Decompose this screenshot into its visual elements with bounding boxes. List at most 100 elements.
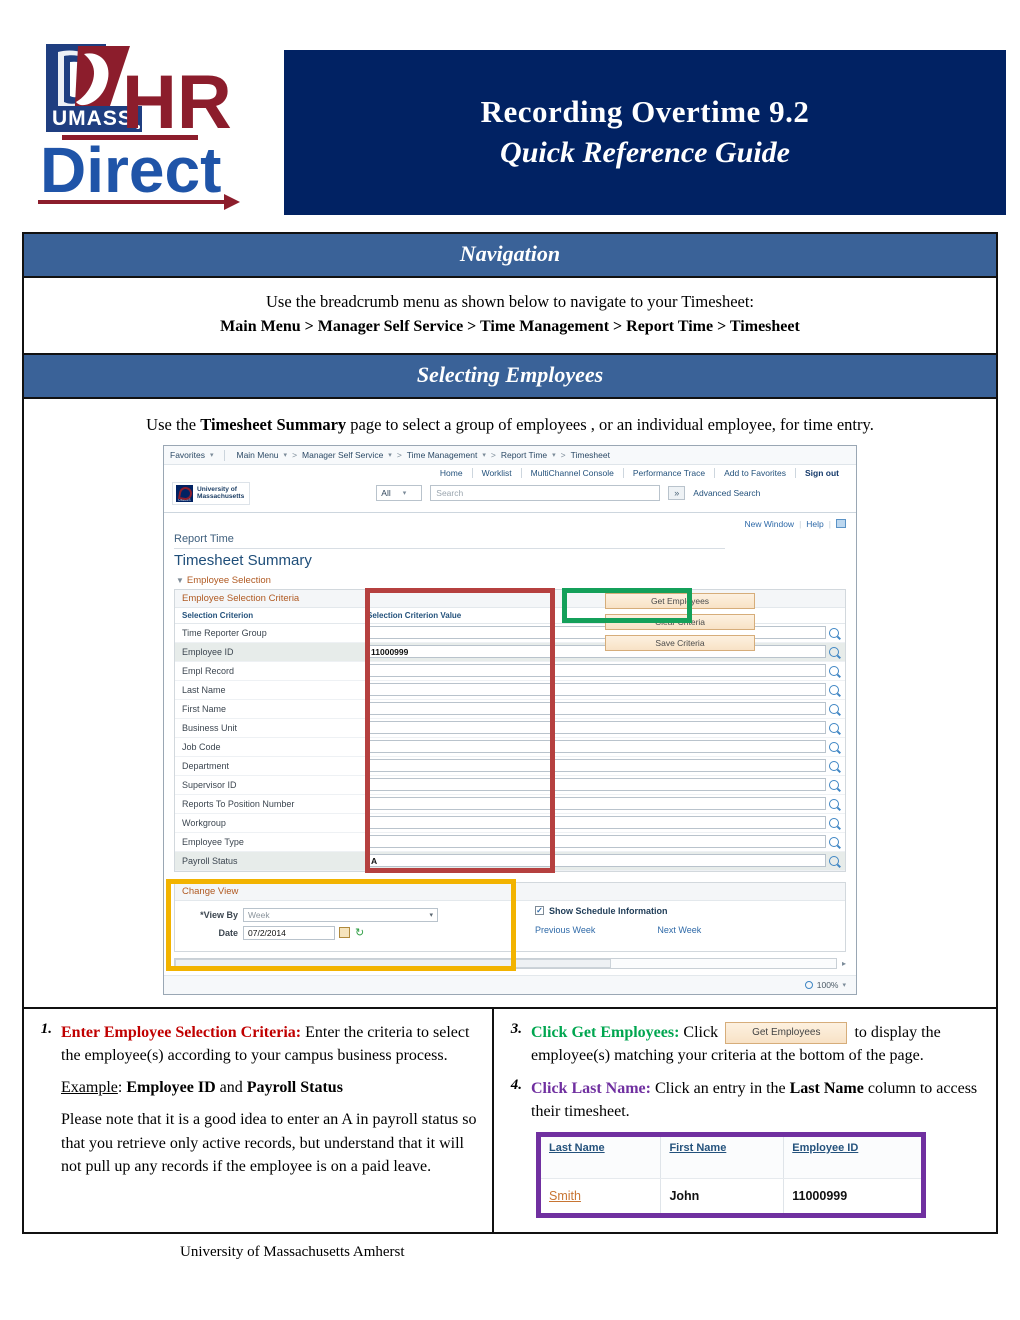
criteria-value-input[interactable]: [367, 740, 826, 754]
criteria-value-input[interactable]: [367, 759, 826, 773]
toolbar-link-add-to-favorites[interactable]: Add to Favorites: [715, 467, 796, 478]
criteria-value-input[interactable]: [367, 778, 826, 792]
toolbar-link-multichannel-console[interactable]: MultiChannel Console: [522, 467, 624, 478]
lookup-magnifier-icon[interactable]: [829, 760, 839, 771]
toolbar-link-home[interactable]: Home: [431, 467, 473, 478]
calendar-icon[interactable]: [339, 927, 350, 939]
criteria-value-input[interactable]: A: [367, 854, 826, 868]
criteria-value-cell: [360, 700, 845, 717]
criteria-value-input[interactable]: [367, 835, 826, 849]
crumb-manager-self-service[interactable]: Manager Self Service: [302, 450, 383, 460]
criteria-value-input[interactable]: [367, 797, 826, 811]
criteria-value-input[interactable]: 11000999: [367, 645, 826, 659]
search-scope-value: All: [381, 488, 391, 499]
step-4-number: 4.: [510, 1076, 522, 1093]
lookup-magnifier-icon[interactable]: [829, 684, 839, 695]
search-scope-select[interactable]: All ▾: [376, 485, 423, 502]
step-1: 1. Enter Employee Selection Criteria: En…: [36, 1021, 478, 1067]
table-header-row: Last Name First Name Employee ID: [541, 1136, 921, 1179]
next-week-link[interactable]: Next Week: [657, 925, 701, 935]
step-4-body-bold: Last Name: [789, 1079, 864, 1097]
refresh-icon[interactable]: ↻: [355, 926, 364, 939]
criteria-value-input[interactable]: [367, 626, 826, 640]
criteria-value-input[interactable]: [367, 816, 826, 830]
criteria-label: Business Unit: [182, 722, 238, 733]
criteria-label: Workgroup: [182, 817, 226, 828]
employee-selection-collapsible-header[interactable]: ▼ Employee Selection: [164, 569, 856, 589]
criteria-value-cell: [360, 738, 845, 755]
last-name-link[interactable]: Smith: [549, 1189, 581, 1203]
crumb-report-time[interactable]: Report Time: [501, 450, 547, 460]
personalize-page-icon[interactable]: [836, 519, 846, 529]
search-go-button[interactable]: »: [668, 486, 686, 501]
toolbar-link-performance-trace[interactable]: Performance Trace: [624, 467, 716, 478]
column-header-last-name[interactable]: Last Name: [541, 1136, 662, 1179]
show-schedule-checkbox-row[interactable]: ✓ Show Schedule Information: [535, 906, 845, 916]
scrollbar-track[interactable]: [174, 957, 837, 969]
lookup-magnifier-icon[interactable]: [829, 779, 839, 790]
lookup-magnifier-icon[interactable]: [829, 646, 839, 657]
lookup-magnifier-icon[interactable]: [829, 665, 839, 676]
brand-line-1: University of: [197, 485, 237, 493]
criteria-value-input[interactable]: [367, 664, 826, 678]
column-header-employee-id[interactable]: Employee ID: [783, 1136, 921, 1179]
previous-week-link[interactable]: Previous Week: [535, 925, 595, 935]
lookup-magnifier-icon[interactable]: [829, 703, 839, 714]
horizontal-scrollbar[interactable]: ▸: [174, 957, 846, 969]
criteria-action-buttons: Get Employees Clear Criteria Save Criter…: [605, 592, 755, 656]
criteria-row: Supervisor ID: [175, 776, 845, 795]
crumb-timesheet[interactable]: Timesheet: [571, 450, 610, 460]
document-title-line-1: Recording Overtime 9.2: [480, 94, 810, 130]
scroll-right-arrow-icon[interactable]: ▸: [837, 959, 846, 968]
lookup-magnifier-icon[interactable]: [829, 836, 839, 847]
lookup-magnifier-icon[interactable]: [829, 798, 839, 809]
table-row: Smith John 11000999: [541, 1178, 921, 1213]
criteria-value-input[interactable]: [367, 683, 826, 697]
browser-zoom-status: 100% ▾: [164, 974, 856, 994]
save-criteria-button[interactable]: Save Criteria: [605, 634, 755, 651]
criteria-row: Empl Record: [175, 662, 845, 681]
get-employees-button-inline[interactable]: Get Employees: [725, 1021, 848, 1045]
criteria-label: Reports To Position Number: [182, 798, 295, 809]
new-window-link[interactable]: New Window: [744, 519, 794, 529]
lookup-magnifier-icon[interactable]: [829, 741, 839, 752]
advanced-search-link[interactable]: Advanced Search: [693, 488, 760, 498]
view-by-select[interactable]: Week ▾: [243, 907, 438, 922]
crumb-main-menu[interactable]: Main Menu: [236, 450, 278, 460]
umass-seal-icon: [176, 484, 193, 502]
scrollbar-thumb[interactable]: [175, 958, 612, 968]
lookup-magnifier-icon[interactable]: [829, 855, 839, 866]
lookup-magnifier-icon[interactable]: [829, 627, 839, 638]
peoplesoft-screenshot-holder: Favorites ▾ Main Menu ▾ > Manager Self Ser…: [24, 444, 996, 1007]
quick-reference-guide-page: UMASS HR Direct Recording Overtime 9.2 Q…: [0, 0, 1020, 1320]
svg-text:Direct: Direct: [40, 134, 221, 206]
checkbox-checked-icon: ✓: [535, 906, 544, 916]
criteria-label: Employee ID: [182, 646, 234, 657]
lookup-magnifier-icon[interactable]: [829, 817, 839, 828]
chevron-down-icon[interactable]: ▾: [842, 981, 846, 989]
get-employees-button[interactable]: Get Employees: [605, 592, 755, 609]
help-link[interactable]: Help: [806, 519, 823, 529]
date-input[interactable]: 07/2/2014: [243, 925, 335, 940]
example-label: Example: [61, 1079, 118, 1097]
chevron-down-icon: ▾: [402, 490, 407, 498]
step-4-lead: Click Last Name:: [531, 1079, 651, 1097]
umass-hr-direct-logo: UMASS HR Direct: [18, 32, 268, 212]
column-header-first-name[interactable]: First Name: [660, 1136, 785, 1179]
week-nav-links: Previous Week Next Week: [535, 925, 845, 935]
criteria-value-cell: 11000999: [360, 643, 845, 660]
criteria-value-input[interactable]: [367, 721, 826, 735]
toolbar-link-worklist[interactable]: Worklist: [473, 467, 522, 478]
crumb-favorites[interactable]: Favorites: [170, 450, 205, 460]
criteria-value-input[interactable]: [367, 702, 826, 716]
toolbar-link-sign-out[interactable]: Sign out: [796, 468, 848, 478]
crumb-time-management[interactable]: Time Management: [407, 450, 478, 460]
peoplesoft-search-row: University of Massachusetts All ▾ Search…: [164, 480, 856, 513]
criteria-label: Employee Type: [182, 836, 244, 847]
criteria-label: Payroll Status: [182, 855, 238, 866]
link-divider: |: [799, 518, 802, 529]
lookup-magnifier-icon[interactable]: [829, 722, 839, 733]
masthead: UMASS HR Direct Recording Overtime 9.2 Q…: [0, 0, 1020, 218]
search-input[interactable]: Search: [430, 485, 661, 502]
clear-criteria-button[interactable]: Clear Criteria: [605, 613, 755, 630]
